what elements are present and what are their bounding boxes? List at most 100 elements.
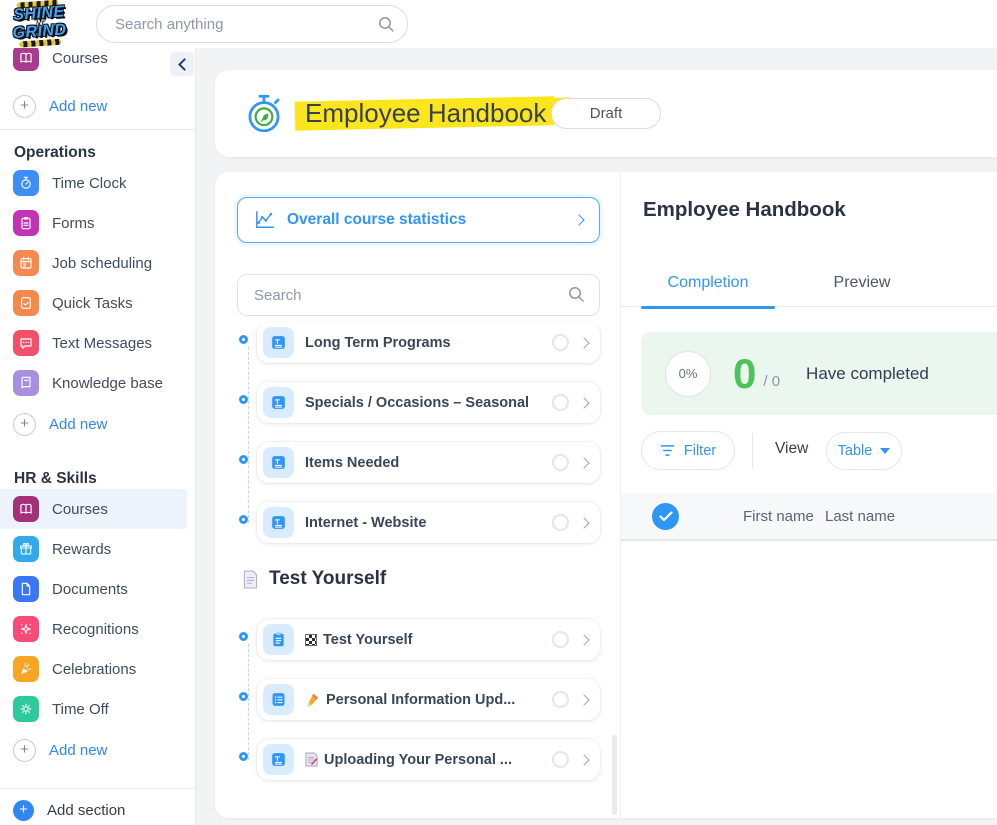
search-icon — [568, 286, 585, 303]
add-new-label: Add new — [49, 416, 107, 433]
progress-circle-icon — [552, 334, 569, 351]
group-title: Test Yourself — [269, 568, 386, 590]
sidebar-item-label: Rewards — [52, 541, 111, 558]
course-section-row[interactable]: Specials / Occasions – Seasonal — [257, 382, 600, 423]
sidebar-item-label: Forms — [52, 215, 95, 232]
tab-completion[interactable]: Completion — [641, 264, 775, 307]
sidebar-item-rewards[interactable]: Rewards — [0, 529, 187, 569]
timeline-dot — [239, 632, 248, 641]
column-header-last-name[interactable]: Last name — [825, 508, 895, 525]
logo-text-mid: N' — [37, 18, 45, 28]
sidebar-item-label: Documents — [52, 581, 128, 598]
add-new-label: Add new — [49, 98, 107, 115]
chevron-right-icon — [578, 634, 589, 645]
sidebar-item-job-scheduling[interactable]: Job scheduling — [0, 243, 187, 283]
add-new-button-top[interactable]: Add new — [0, 86, 107, 126]
chevron-right-icon — [578, 457, 589, 468]
content-card: Overall course statistics — [215, 172, 997, 818]
course-search-input[interactable] — [254, 275, 554, 315]
add-new-button-hr[interactable]: Add new — [0, 730, 107, 770]
course-section-title: Personal Information Upd... — [305, 692, 541, 708]
tab-preview[interactable]: Preview — [795, 264, 929, 307]
add-section-button[interactable]: Add section — [0, 790, 125, 825]
sidebar-item-courses[interactable]: Courses — [0, 489, 187, 529]
main-area: Employee Handbook Draft Overall course s… — [196, 48, 997, 825]
filter-label: Filter — [684, 443, 716, 459]
course-section-title: Internet - Website — [305, 515, 541, 531]
sidebar-item-label: Courses — [52, 50, 108, 67]
writing-hand-icon — [305, 693, 320, 707]
add-new-button-operations[interactable]: Add new — [0, 404, 107, 444]
progress-circle-icon — [552, 454, 569, 471]
plus-circle-icon — [13, 413, 36, 436]
status-badge-draft[interactable]: Draft — [551, 98, 661, 129]
recognitions-icon — [13, 616, 39, 642]
memo-icon — [305, 752, 318, 767]
course-section-row[interactable]: Test Yourself — [257, 619, 600, 660]
shinegrind-logo[interactable]: SHINE N' GRIND — [8, 0, 73, 49]
rewards-icon — [13, 536, 39, 562]
completed-total: / 0 — [763, 373, 780, 390]
add-new-label: Add new — [49, 742, 107, 759]
sidebar-collapse-button[interactable] — [170, 52, 194, 76]
sidebar-item-documents[interactable]: Documents — [0, 569, 187, 609]
chevron-right-icon — [573, 214, 584, 225]
top-bar: SHINE N' GRIND — [0, 0, 997, 48]
sidebar-item-label: Text Messages — [52, 335, 152, 352]
checkered-flag-icon — [305, 634, 317, 646]
view-mode-value: Table — [838, 443, 873, 459]
sidebar-item-time-clock[interactable]: Time Clock — [0, 163, 187, 203]
course-section-row[interactable]: Uploading Your Personal ... — [257, 739, 600, 780]
timeline-connector — [248, 347, 249, 523]
sidebar-item-text-messages[interactable]: Text Messages — [0, 323, 187, 363]
group-heading: Test Yourself — [243, 568, 386, 590]
course-header-card: Employee Handbook Draft — [215, 70, 997, 157]
search-icon — [378, 16, 395, 33]
section-header-operations: Operations — [14, 144, 96, 162]
timeline-dot — [239, 335, 248, 344]
courses-icon — [13, 48, 39, 71]
course-section-title: Test Yourself — [305, 632, 541, 648]
sidebar-item-time-off[interactable]: Time Off — [0, 689, 187, 729]
global-search-input[interactable] — [115, 6, 365, 42]
course-stopwatch-icon — [244, 93, 284, 135]
course-section-row[interactable]: Long Term Programs — [257, 322, 600, 363]
completion-percent-badge: 0% — [665, 351, 711, 397]
course-search — [237, 274, 600, 316]
sidebar-item-knowledge-base[interactable]: Knowledge base — [0, 363, 187, 403]
scrollbar-thumb[interactable] — [612, 735, 617, 815]
sidebar-divider — [0, 788, 195, 789]
course-section-row[interactable]: Personal Information Upd... — [257, 679, 600, 720]
sidebar-item-label: Time Clock — [52, 175, 126, 192]
sidebar-item-label: Celebrations — [52, 661, 136, 678]
column-header-first-name[interactable]: First name — [743, 508, 814, 525]
filter-button[interactable]: Filter — [641, 431, 735, 470]
tabs-bar: Completion Preview — [621, 264, 997, 307]
sidebar-item-recognitions[interactable]: Recognitions — [0, 609, 187, 649]
celebrations-icon — [13, 656, 39, 682]
course-section-row[interactable]: Items Needed — [257, 442, 600, 483]
sidebar: Courses Add new Operations Time Clock Fo… — [0, 48, 196, 825]
course-section-title: Specials / Occasions – Seasonal — [305, 395, 541, 411]
job-scheduling-icon — [13, 250, 39, 276]
view-mode-dropdown[interactable]: Table — [826, 432, 902, 470]
timeline-dot — [239, 455, 248, 464]
sidebar-item-forms[interactable]: Forms — [0, 203, 187, 243]
progress-circle-icon — [552, 631, 569, 648]
text-messages-icon — [13, 330, 39, 356]
timeline-dot — [239, 692, 248, 701]
courses-icon — [13, 496, 39, 522]
time-off-icon — [13, 696, 39, 722]
sidebar-item-quick-tasks[interactable]: Quick Tasks — [0, 283, 187, 323]
select-all-checkbox[interactable] — [652, 503, 679, 530]
global-search — [96, 5, 408, 43]
course-section-title: Uploading Your Personal ... — [305, 752, 541, 768]
progress-circle-icon — [552, 751, 569, 768]
sidebar-item-celebrations[interactable]: Celebrations — [0, 649, 187, 689]
course-section-row[interactable]: Internet - Website — [257, 502, 600, 543]
completed-label: Have completed — [806, 364, 929, 384]
sidebar-item-label: Time Off — [52, 701, 109, 718]
clipboard-task-icon — [263, 624, 294, 655]
sidebar-item-courses-peek[interactable]: Courses — [0, 48, 187, 78]
overall-course-statistics-button[interactable]: Overall course statistics — [237, 197, 600, 243]
